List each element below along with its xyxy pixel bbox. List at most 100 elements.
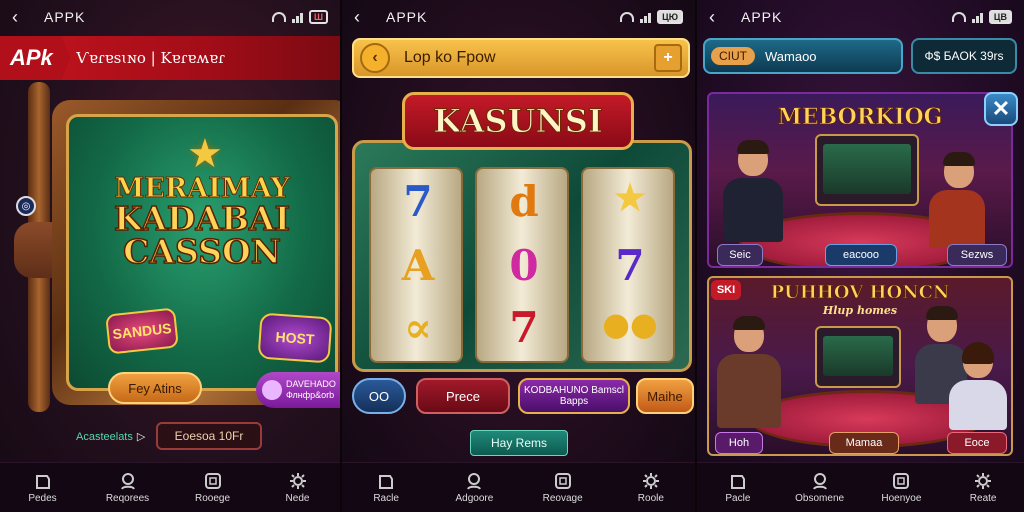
category-text: Wamaoo [765, 48, 817, 64]
main-button[interactable]: Maihe [636, 378, 694, 414]
bet-button[interactable]: OO [352, 378, 406, 414]
reel-symbol: ★ [613, 177, 647, 219]
wallet-icon [554, 472, 571, 489]
plus-icon[interactable]: + [654, 44, 682, 72]
slot-machine-image [815, 134, 919, 206]
wifi-icon [951, 12, 966, 22]
nav-label: Pacle [725, 492, 751, 504]
banner-text: Ѵɐɾɐsɩɴo | Kɐɾɐʍɐɾ [76, 49, 225, 67]
footer-label: Acasteelats ▷ [76, 430, 145, 443]
price-button[interactable]: Prece [416, 378, 510, 414]
home-icon [35, 474, 50, 489]
bottom-nav: Racle Adgoore Reovage Roole [342, 462, 695, 512]
status-icons: ЦВ [951, 10, 1012, 24]
status-icons: ЦЮ [620, 10, 683, 24]
game-felt[interactable]: ★ MERAIMAY KADABAI CASSON SANDUS HOST [66, 114, 338, 391]
nav-label: Hoenyoe [881, 492, 922, 504]
search-icon [120, 472, 135, 490]
card-tag-right[interactable]: Eoce [947, 432, 1007, 454]
footer-button[interactable]: Eoesoa 10Fr [156, 422, 262, 450]
brand-logo[interactable]: APk [0, 36, 70, 80]
game-sign: KASUNSI [402, 92, 634, 150]
chevron-left-icon[interactable]: ‹ [360, 43, 390, 73]
promo-label: DAVEHADO Флнфр&оrb [286, 379, 336, 400]
nav-item-home[interactable]: Racle [351, 472, 421, 504]
nav-item-settings[interactable]: Reate [948, 472, 1018, 504]
battery-icon: Ш [308, 10, 328, 24]
reel-symbol: d [509, 177, 539, 226]
balance-chip[interactable]: Ф$ БAOK 39rs [911, 38, 1017, 74]
nav-item-home[interactable]: Pedes [8, 472, 78, 504]
nav-item-search[interactable]: Reqorees [93, 472, 163, 504]
close-icon[interactable]: ✕ [984, 92, 1018, 126]
phone-screen-2: ‹ APPK ЦЮ ‹ Lop ko Fpow + 7 A ∝ d 0 7 ★ … [340, 0, 697, 512]
nav-item-settings[interactable]: Roole [616, 472, 686, 504]
signal-icon [640, 12, 652, 23]
card-tag-right[interactable]: Sezws [947, 244, 1007, 266]
nav-label: Nede [285, 492, 310, 504]
bonus-badge-right[interactable]: HOST [257, 312, 333, 364]
wifi-icon [620, 12, 635, 22]
play-button[interactable]: Fey Atins [108, 372, 202, 404]
search-bar[interactable]: ‹ Lop ko Fpow + [352, 38, 690, 78]
nav-item-wallet[interactable]: Rooege [178, 472, 248, 504]
category-chip[interactable]: CIUT Wamaoo [703, 38, 903, 74]
home-icon [379, 474, 394, 489]
star-icon: ★ [187, 132, 223, 176]
card-tag-mid[interactable]: Mamaa [829, 432, 899, 454]
phone-screen-3: ‹ APPK ЦВ CIUT Wamaoo Ф$ БAOK 39rs MEBOR… [697, 0, 1024, 512]
settings-icon [642, 472, 659, 489]
promo-button[interactable]: DAVEHADO Флнфр&оrb [256, 372, 340, 408]
game-card-title: MEBORKIOG [777, 104, 943, 131]
nav-label: Pedes [28, 492, 57, 504]
game-card-2[interactable]: SKI PUHHOV HONCN Hlup homes Hoh Mamaa Eo… [707, 276, 1013, 456]
phone-screen-1: ‹ APPK Ш APk Ѵɐɾɐsɩɴo | Kɐɾɐʍɐɾ ★ MERAIM… [0, 0, 340, 512]
nav-item-settings[interactable]: Nede [263, 472, 333, 504]
card-tag-mid[interactable]: eacooo [825, 244, 897, 266]
nav-item-search[interactable]: Obsomene [785, 472, 855, 504]
card-tag-left[interactable]: Hoh [715, 432, 763, 454]
bottom-nav: Pedes Reqorees Rooege Nede [0, 462, 340, 512]
app-title: APPK [44, 9, 86, 25]
card-tag-left[interactable]: Seic [717, 244, 763, 266]
app-title: APPK [741, 9, 783, 25]
reel-symbol: 7 [615, 241, 645, 290]
wallet-icon [204, 472, 221, 489]
bonus-button[interactable]: KODBAHUNO Bamscl Bapps [518, 378, 630, 414]
battery-icon: ЦЮ [657, 10, 683, 24]
bonus-badge-left[interactable]: SANDUS [105, 307, 179, 355]
reel-2: d 0 7 [475, 167, 569, 363]
reel-symbol: 7 [509, 303, 539, 352]
nav-label: Racle [373, 492, 399, 504]
category-tag: CIUT [711, 47, 755, 65]
promo-icon [262, 380, 282, 400]
wallet-icon [893, 472, 910, 489]
reel-symbol: ∝ [403, 303, 433, 352]
nav-label: Rooege [194, 492, 231, 504]
play-button[interactable]: Hay Rems [470, 430, 568, 456]
nav-label: Obsomene [795, 492, 845, 504]
nav-item-home[interactable]: Pacle [703, 472, 773, 504]
game-title-line2: KADABAI [113, 199, 291, 238]
nav-item-wallet[interactable]: Reovage [528, 472, 598, 504]
app-title: APPK [386, 9, 428, 25]
game-frame: ★ MERAIMAY KADABAI CASSON SANDUS HOST [52, 100, 340, 405]
game-title: MERAIMAY KADABAI CASSON [87, 175, 317, 269]
player-image [723, 140, 783, 242]
player-image [929, 152, 989, 248]
back-arrow-icon[interactable]: ‹ [354, 7, 376, 28]
nav-label: Roole [637, 492, 664, 504]
chip-icon: ◎ [16, 196, 36, 216]
signal-icon [971, 12, 983, 23]
status-icons: Ш [271, 10, 328, 24]
home-icon [730, 474, 745, 489]
game-card-1[interactable]: MEBORKIOG Seic eacooo Sezws [707, 92, 1013, 268]
reel-symbol: 0 [509, 241, 539, 290]
player-image [949, 342, 1007, 430]
brand-banner: APk Ѵɐɾɐsɩɴo | Kɐɾɐʍɐɾ [0, 36, 340, 80]
nav-label: Reate [969, 492, 997, 504]
nav-item-search[interactable]: Adgoore [439, 472, 509, 504]
back-arrow-icon[interactable]: ‹ [12, 7, 34, 28]
back-arrow-icon[interactable]: ‹ [709, 7, 731, 28]
nav-item-wallet[interactable]: Hoenyoe [866, 472, 936, 504]
